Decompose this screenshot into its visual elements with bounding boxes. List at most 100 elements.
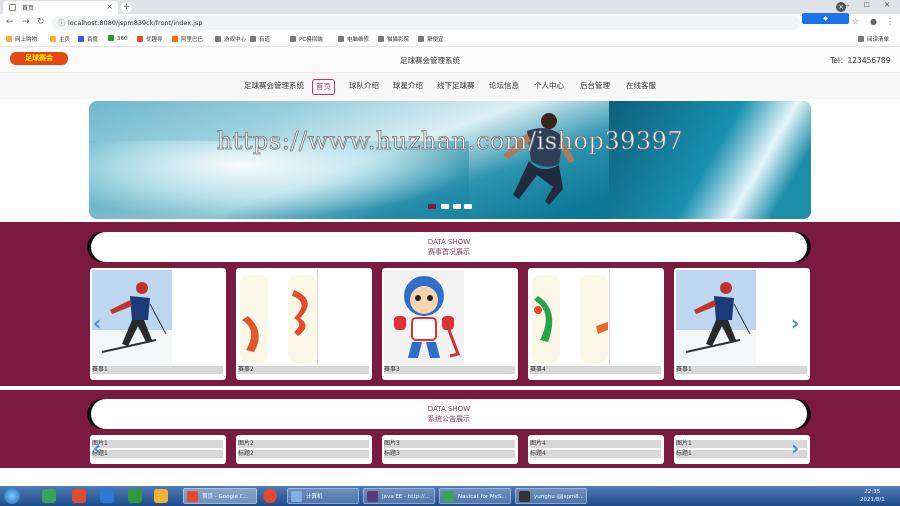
card-label: 赛事3 <box>384 366 515 374</box>
nav-item-home-brand[interactable]: 足球赛会管理系统 <box>241 79 307 93</box>
event-card[interactable]: 赛事1 <box>674 268 810 380</box>
forward-icon[interactable]: → <box>22 17 30 27</box>
notice-title: 标题1 <box>676 450 807 458</box>
tab-title: 首页 <box>22 5 35 12</box>
card-label: 赛事1 <box>676 366 807 374</box>
notice-card[interactable]: 图片1 标题1 <box>674 435 810 464</box>
notice-card[interactable]: 图片2 标题2 <box>236 435 372 464</box>
ribbons-image <box>238 270 318 365</box>
taskbar-task[interactable]: 首页 - Google C... <box>183 488 257 504</box>
bookmark-item[interactable]: 电脑维修 <box>338 35 369 43</box>
ribbons-green-image <box>530 270 610 365</box>
carousel-dot[interactable] <box>441 204 449 209</box>
info-icon[interactable]: ⓘ <box>58 18 65 28</box>
app-icon[interactable] <box>154 489 168 503</box>
notice-image-label: 图片2 <box>238 440 369 448</box>
bookmark-item[interactable]: 主页 <box>50 35 70 43</box>
bookmark-item[interactable]: 网上购物 <box>6 35 37 43</box>
taskbar-task[interactable]: Java EE - http://... <box>363 488 435 504</box>
nav-item-home[interactable]: 首页 <box>312 79 335 95</box>
bookmark-item[interactable]: 游戏中心 <box>215 35 246 43</box>
taskbar-task[interactable]: 计算机 <box>287 488 359 504</box>
nav-item-forum[interactable]: 论坛信息 <box>486 79 522 93</box>
event-card[interactable]: 赛事4 <box>528 268 664 380</box>
translate-icon: ◆ <box>823 15 828 22</box>
reload-icon[interactable]: ↻ <box>37 17 45 27</box>
notice-title: 标题1 <box>92 450 223 458</box>
banner-carousel[interactable] <box>89 101 811 219</box>
nav-item-teams[interactable]: 球队介绍 <box>346 79 382 93</box>
chevron-right-icon[interactable]: › <box>791 436 799 460</box>
events-heading: DATA SHOW 赛事首况展示 <box>91 232 807 262</box>
event-card[interactable]: 赛事1 <box>90 268 226 380</box>
tab-close-icon[interactable]: × <box>106 2 113 11</box>
card-label: 赛事4 <box>530 366 661 374</box>
nav-item-service[interactable]: 在线客服 <box>623 79 659 93</box>
bookmark-item[interactable]: PC模拟端 <box>290 35 323 43</box>
translate-button[interactable]: ◆ <box>802 13 849 24</box>
banner-wave <box>609 101 811 219</box>
carousel-dot[interactable] <box>428 204 436 209</box>
notice-title: 标题4 <box>530 450 661 458</box>
clock-date: 2021/8/1 <box>860 497 885 503</box>
notice-image-label: 图片1 <box>92 440 223 448</box>
nav-item-offline-match[interactable]: 线下足球赛 <box>434 79 478 93</box>
chevron-left-icon[interactable]: ‹ <box>93 311 101 335</box>
nav-item-players[interactable]: 球星介绍 <box>390 79 426 93</box>
card-label: 赛事1 <box>92 366 223 374</box>
notice-heading: DATA SHOW 系统公告展示 <box>91 399 807 429</box>
browser-tab[interactable]: 首页 × <box>3 1 118 14</box>
star-icon[interactable]: ☆ <box>852 17 859 26</box>
bookmark-item[interactable]: 360 <box>108 35 128 42</box>
carousel-dot[interactable] <box>453 204 461 209</box>
section-heading: DATA SHOW <box>427 405 471 413</box>
skier-image <box>92 270 172 365</box>
start-button-icon[interactable] <box>4 488 20 504</box>
section-subheading: 赛事首况展示 <box>428 248 470 256</box>
url-field[interactable]: ⓘ localhost:8080/jspm839ck/front/index.j… <box>52 16 800 30</box>
watermark: https://www.huzhan.com/ishop39397 <box>216 127 684 156</box>
bookmark-item[interactable]: 猫猫影院 <box>378 35 409 43</box>
nav-item-profile[interactable]: 个人中心 <box>531 79 567 93</box>
card-label: 赛事2 <box>238 366 369 374</box>
site-logo[interactable]: 足球赛会 <box>10 52 68 65</box>
app-icon[interactable] <box>42 489 56 503</box>
bookmark-item[interactable]: 有道 <box>250 35 270 43</box>
chevron-right-icon[interactable]: › <box>791 311 799 335</box>
event-card[interactable]: 赛事3 <box>382 268 518 380</box>
page-icon <box>9 4 16 11</box>
event-card[interactable]: 赛事2 <box>236 268 372 380</box>
new-tab-button[interactable]: + <box>121 2 132 13</box>
system-clock[interactable]: 22:35 2021/8/1 <box>860 488 885 504</box>
bookmark-item[interactable]: 优趣导 <box>137 35 163 43</box>
back-icon[interactable]: ← <box>6 17 14 27</box>
bookmarks-bar: 网上购物 主页 百度 360 优趣导 阿里巴巴 游戏中心 有道 PC模拟端 电脑… <box>0 32 900 47</box>
bookmark-item[interactable]: 聚便宜 <box>418 35 444 43</box>
site-title: 足球赛会管理系统 <box>400 56 460 65</box>
taskbar-task[interactable]: yunghu @jspm8... <box>515 488 587 504</box>
notice-image-label: 图片3 <box>384 440 515 448</box>
notice-image-label: 图片1 <box>676 440 807 448</box>
chevron-left-icon[interactable]: ‹ <box>93 436 101 460</box>
chrome-icon[interactable] <box>263 489 277 503</box>
profile-icon[interactable]: ● <box>870 17 877 26</box>
window-controls[interactable]: — ☐ ✕ <box>842 1 896 9</box>
carousel-dot[interactable] <box>464 204 472 209</box>
taskbar-task[interactable]: Navicat for MyS... <box>439 488 511 504</box>
app-icon[interactable] <box>72 489 86 503</box>
menu-icon[interactable]: ⋮ <box>886 17 894 26</box>
bookmark-item[interactable]: 百度 <box>78 35 98 43</box>
reading-list[interactable]: 阅读清单 <box>858 35 889 43</box>
nav-item-admin[interactable]: 后台管理 <box>577 79 613 93</box>
notice-card[interactable]: 图片1 标题1 <box>90 435 226 464</box>
site-tel: Tel：123456789 <box>830 56 891 65</box>
notice-title: 标题2 <box>238 450 369 458</box>
notice-card[interactable]: 图片4 标题4 <box>528 435 664 464</box>
app-icon[interactable] <box>128 489 142 503</box>
app-icon[interactable] <box>100 489 114 503</box>
hockey-mascot-image <box>384 270 464 365</box>
skier-image <box>676 270 756 365</box>
section-subheading: 系统公告展示 <box>428 415 470 423</box>
notice-card[interactable]: 图片3 标题3 <box>382 435 518 464</box>
bookmark-item[interactable]: 阿里巴巴 <box>172 35 203 43</box>
